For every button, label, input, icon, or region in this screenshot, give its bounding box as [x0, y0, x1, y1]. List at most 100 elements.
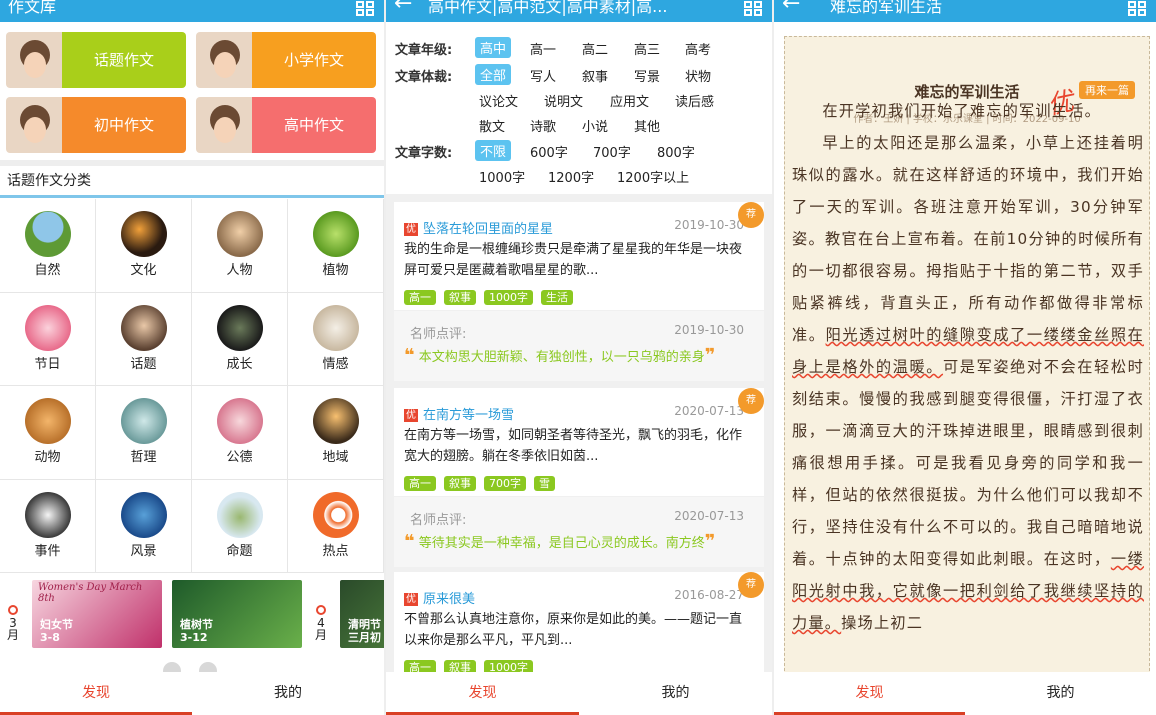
category-festival[interactable]: 节日 [0, 292, 96, 386]
quote-icon: ❞ [704, 531, 716, 552]
tab-mine[interactable]: 我的 [192, 672, 384, 715]
banner-date: 3月 [6, 605, 20, 641]
category-label: 事件 [34, 543, 61, 559]
category-nature[interactable]: 自然 [0, 199, 96, 293]
back-arrow-icon[interactable]: ← [394, 0, 412, 15]
count-option[interactable]: 不限 [475, 140, 512, 161]
tile-junior[interactable]: 初中作文 [6, 97, 186, 153]
article-title-text: 在南方等一场雪 [423, 408, 515, 423]
grid-icon[interactable] [356, 1, 376, 17]
category-philosophy[interactable]: 哲理 [96, 386, 192, 480]
category-animals[interactable]: 动物 [0, 386, 96, 480]
article-card[interactable]: 优原来很美 2016-08-27 荐 不曾那么认真地注意你，原来你是如此的美。—… [394, 572, 764, 675]
grade-option[interactable]: 高中 [475, 37, 512, 58]
genre-option[interactable]: 议论文 [479, 91, 518, 110]
genre-option[interactable]: 说明文 [544, 91, 583, 110]
article-title[interactable]: 优在南方等一场雪 [404, 404, 514, 423]
article-card[interactable]: 优坠落在轮回里面的星星 2019-10-30 荐 我的生命是一根缠绳珍贵只是牵满… [394, 202, 764, 310]
category-label: 话题 [130, 356, 157, 372]
banner-month-unit: 月 [6, 628, 19, 642]
category-hot[interactable]: 热点 [288, 479, 384, 573]
tab-discover[interactable]: 发现 [386, 672, 579, 715]
article-title[interactable]: 优原来很美 [404, 588, 475, 607]
grade-option[interactable]: 高考 [685, 39, 711, 58]
genre-option[interactable]: 写景 [634, 66, 660, 85]
category-region[interactable]: 地域 [288, 386, 384, 480]
count-filter-label: 文章字数: [395, 146, 453, 161]
genre-option[interactable]: 其他 [634, 116, 660, 135]
genre-option[interactable]: 状物 [685, 66, 711, 85]
category-scenery[interactable]: 风景 [96, 479, 192, 573]
tile-senior[interactable]: 高中作文 [196, 97, 376, 153]
quote-icon: ❝ [404, 345, 415, 366]
banner-qingming[interactable]: 清明节 三月初 [340, 580, 384, 648]
article-card[interactable]: 优在南方等一场雪 2020-07-13 荐 在南方等一场雪，如同朝圣者等待圣光，… [394, 388, 764, 496]
category-events[interactable]: 事件 [0, 479, 96, 573]
genre-option[interactable]: 读后感 [675, 91, 714, 110]
tower-icon [312, 398, 359, 444]
category-people[interactable]: 人物 [192, 199, 288, 293]
date-dot-icon [316, 605, 326, 615]
tile-primary[interactable]: 小学作文 [196, 32, 376, 88]
genre-option[interactable]: 小说 [582, 116, 608, 135]
category-proposition[interactable]: 命题 [192, 479, 288, 573]
category-label: 命题 [226, 543, 253, 559]
banner-date-text: 3-12 [180, 631, 208, 644]
article-title[interactable]: 优坠落在轮回里面的星星 [404, 218, 553, 237]
back-arrow-icon[interactable]: ← [782, 0, 800, 15]
tile-photo [196, 97, 252, 153]
banner-date-text: 3-8 [40, 631, 60, 644]
tab-mine[interactable]: 我的 [579, 672, 772, 715]
excellent-badge: 优 [404, 593, 418, 606]
book-icon [24, 491, 71, 538]
genre-option[interactable]: 诗歌 [530, 116, 556, 135]
tile-label: 高中作文 [252, 97, 376, 153]
grid-icon[interactable] [1128, 1, 1148, 17]
banner-name: 清明节 [348, 618, 381, 631]
category-label: 情感 [322, 356, 349, 372]
genre-option[interactable]: 叙事 [582, 66, 608, 85]
count-option[interactable]: 800字 [657, 142, 695, 161]
category-label: 节日 [34, 356, 61, 372]
category-topic[interactable]: 话题 [96, 292, 192, 386]
category-growth[interactable]: 成长 [192, 292, 288, 386]
category-culture[interactable]: 文化 [96, 199, 192, 293]
count-option[interactable]: 600字 [530, 142, 568, 161]
banner-arbor-day[interactable]: 植树节 3-12 [172, 580, 302, 648]
genre-option[interactable]: 散文 [479, 116, 505, 135]
category-label: 风景 [130, 543, 157, 559]
banner-art-text: Women's Day March 8th [38, 582, 143, 604]
grade-option[interactable]: 高一 [530, 39, 556, 58]
count-option[interactable]: 1000字 [479, 167, 525, 186]
category-plants[interactable]: 植物 [288, 199, 384, 293]
teacher-review: 名师点评: 2020-07-13 ❝ 等待其实是一种幸福，是自己心灵的成长。南方… [394, 497, 764, 567]
banner-name: 妇女节 [40, 618, 73, 631]
genre-option[interactable]: 全部 [475, 64, 512, 85]
tab-discover[interactable]: 发现 [0, 672, 192, 715]
category-ethics[interactable]: 公德 [192, 386, 288, 480]
nature-icon [24, 211, 71, 257]
article-excerpt: 我的生命是一根缠绳珍贵只是牵满了星星我的年华是一块夜屏可爱只是匿藏着歌唱星星的歌… [404, 242, 743, 278]
category-emotion[interactable]: 情感 [288, 292, 384, 386]
culture-icon [120, 211, 167, 257]
review-quote: ❝ 等待其实是一种幸福，是自己心灵的成长。南方终❞ [404, 531, 715, 552]
grade-option[interactable]: 高三 [634, 39, 660, 58]
category-grid: 自然 文化 人物 植物 节日 话题 成长 情感 动物 哲理 公德 地域 事件 风… [0, 199, 384, 573]
grid-icon[interactable] [744, 1, 764, 17]
scenery-icon [120, 491, 167, 538]
tag: 叙事 [444, 290, 476, 305]
tab-mine[interactable]: 我的 [965, 672, 1156, 715]
genre-option[interactable]: 写人 [530, 66, 556, 85]
growth-icon [216, 304, 263, 351]
count-option[interactable]: 700字 [593, 142, 631, 161]
recommend-badge: 荐 [738, 572, 764, 598]
count-option[interactable]: 1200字 [548, 167, 594, 186]
tab-discover[interactable]: 发现 [774, 672, 965, 715]
genre-option[interactable]: 应用文 [610, 91, 649, 110]
bottom-tabbar: 发现 我的 [0, 672, 384, 715]
tile-topic[interactable]: 话题作文 [6, 32, 186, 88]
banner-womens-day[interactable]: Women's Day March 8th 妇女节 3-8 [32, 580, 162, 648]
article-paragraph: 早上的太阳还是那么温柔，小草上还挂着明珠似的露水。就在这样舒适的环境中，我们开始… [792, 127, 1144, 639]
count-option[interactable]: 1200字以上 [617, 167, 689, 186]
grade-option[interactable]: 高二 [582, 39, 608, 58]
